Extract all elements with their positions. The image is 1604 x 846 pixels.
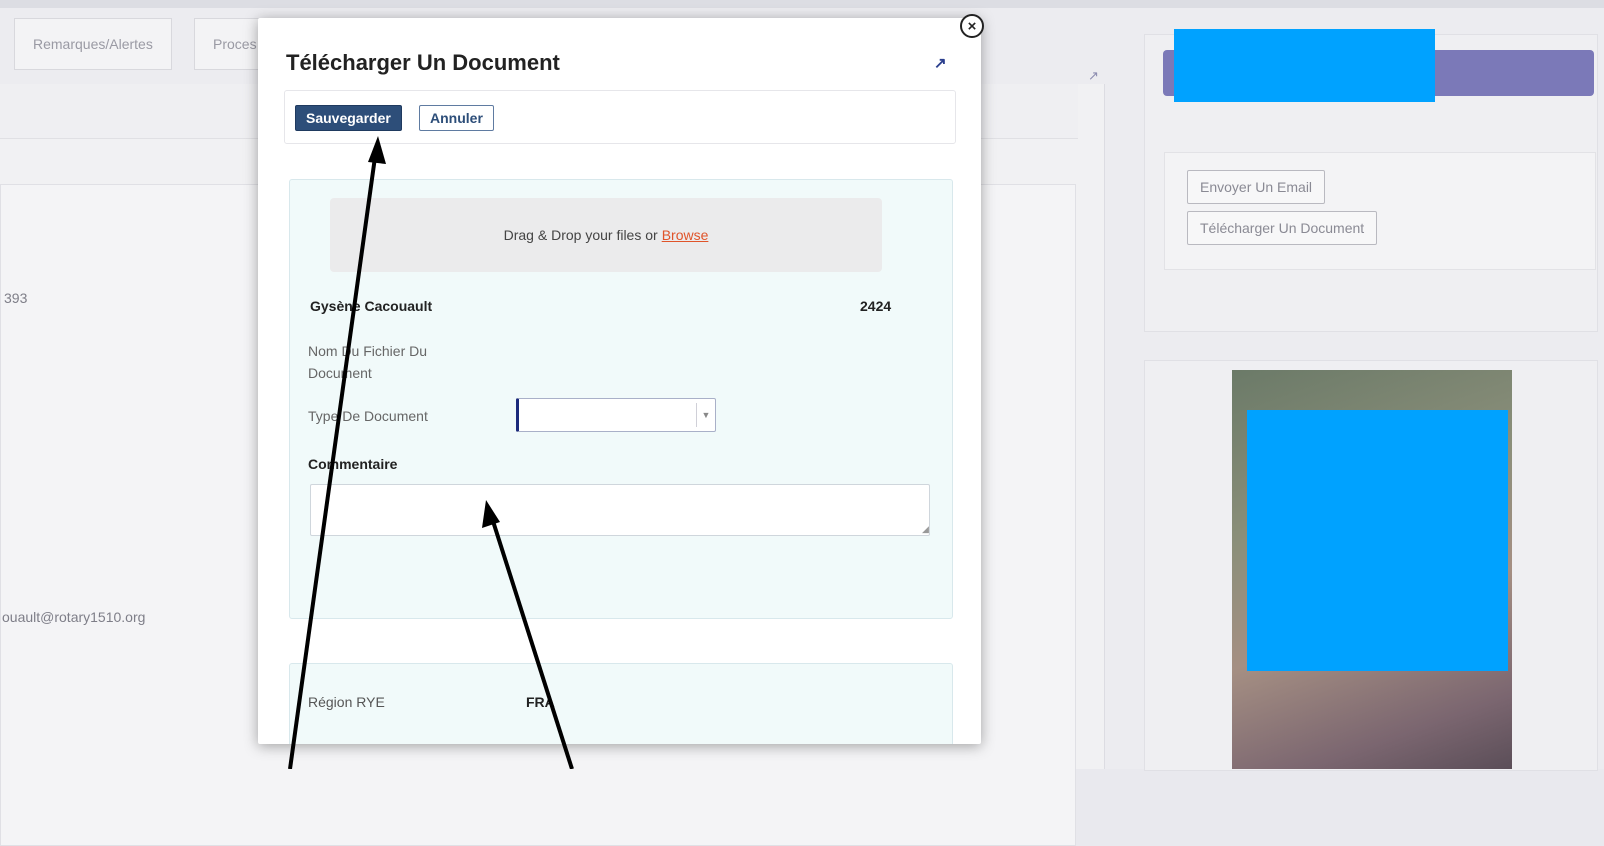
comment-label: Commentaire (308, 456, 398, 472)
background-email-text: ouault@rotary1510.org (2, 609, 146, 625)
resize-grip-icon[interactable]: ◢ (922, 524, 929, 535)
redacted-header-block (1174, 29, 1435, 102)
member-id: 2424 (860, 298, 892, 314)
upload-document-button[interactable]: Télécharger Un Document (1187, 211, 1378, 245)
close-icon[interactable]: × (960, 14, 984, 38)
background-expand-icon[interactable]: ↗ (1088, 68, 1099, 84)
modal-toolbar: Sauvegarder Annuler (284, 90, 956, 144)
expand-icon[interactable]: ↗ (934, 54, 947, 72)
top-strip (0, 0, 1604, 8)
region-label: Région RYE (308, 694, 385, 710)
tab-remarques-alertes[interactable]: Remarques/Alertes (14, 18, 172, 70)
chevron-down-icon[interactable]: ▼ (696, 403, 715, 427)
upload-document-modal: Télécharger Un Document ↗ Sauvegarder An… (258, 18, 981, 744)
send-email-button[interactable]: Envoyer Un Email (1187, 170, 1326, 204)
comment-textarea[interactable] (310, 484, 930, 536)
dropzone-text: Drag & Drop your files or (503, 227, 658, 243)
member-name: Gysène Cacouault (310, 298, 433, 314)
region-value: FRA (526, 694, 555, 710)
save-button[interactable]: Sauvegarder (295, 105, 402, 131)
file-dropzone[interactable]: Drag & Drop your files or Browse (330, 198, 882, 272)
background-number-text: 393 (4, 290, 28, 306)
doctype-select[interactable]: ▼ (516, 398, 716, 432)
region-panel: Région RYE FRA (289, 663, 953, 744)
upload-form-panel: Drag & Drop your files or Browse Gysène … (289, 179, 953, 619)
redacted-face-block (1247, 410, 1508, 671)
filename-label: Nom Du Fichier Du Document (308, 343, 428, 381)
browse-link[interactable]: Browse (662, 227, 709, 243)
doctype-label: Type De Document (308, 408, 428, 424)
modal-title: Télécharger Un Document (286, 50, 560, 75)
right-actions-panel: Envoyer Un Email Télécharger Un Document (1164, 152, 1596, 270)
cancel-button[interactable]: Annuler (419, 105, 494, 131)
